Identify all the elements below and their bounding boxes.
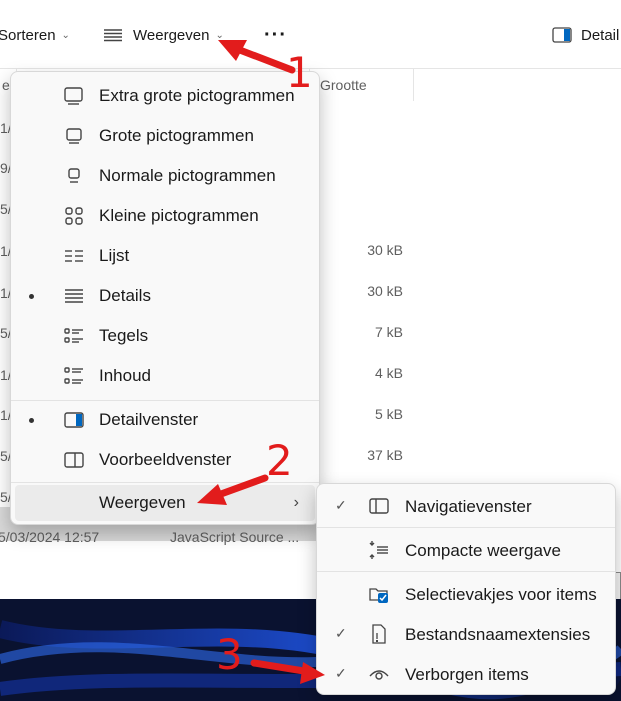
- step-number-3: 3: [216, 630, 243, 679]
- menu-item-list[interactable]: Lijst: [15, 238, 315, 274]
- menu-item-label: Weergeven: [99, 493, 186, 512]
- details-icon: [63, 286, 85, 306]
- show-submenu: ✓ Navigatievenster Compacte weergave Sel…: [316, 483, 616, 695]
- column-header-size[interactable]: Grootte: [320, 77, 367, 93]
- menu-item-details-pane[interactable]: Detailvenster: [15, 402, 315, 438]
- menu-separator: [11, 400, 319, 401]
- view-lines-icon: [103, 28, 123, 42]
- menu-item-label: Details: [99, 286, 151, 305]
- chevron-down-icon: ⌄: [61, 29, 70, 41]
- sort-label: Sorteren: [0, 26, 56, 44]
- eye-icon: [368, 664, 390, 684]
- step-number-1: 1: [286, 48, 313, 97]
- menu-item-file-extensions[interactable]: ✓ Bestandsnaamextensies: [321, 616, 611, 652]
- details-pane-icon: [552, 27, 572, 43]
- menu-item-label: Normale pictogrammen: [99, 166, 276, 185]
- menu-item-small-icons[interactable]: Kleine pictogrammen: [15, 198, 315, 234]
- step-number-2: 2: [266, 436, 293, 485]
- menu-item-compact-view[interactable]: Compacte weergave: [321, 532, 611, 568]
- menu-item-label: Bestandsnaamextensies: [405, 625, 591, 644]
- menu-item-item-checkboxes[interactable]: Selectievakjes voor items: [321, 576, 611, 612]
- monitor-small-icon: [63, 166, 85, 186]
- chevron-down-icon: ⌄: [215, 29, 224, 41]
- menu-item-label: Selectievakjes voor items: [405, 585, 597, 604]
- check-icon: ✓: [335, 625, 347, 641]
- check-icon: ✓: [335, 497, 347, 513]
- column-divider: [413, 69, 414, 101]
- grid-icon: [63, 206, 85, 226]
- view-button[interactable]: Weergeven ⌄: [103, 24, 224, 46]
- sort-button[interactable]: Sorteren ⌄: [0, 24, 70, 46]
- row-size: 37 kB: [367, 447, 403, 463]
- row-type: JavaScript Source ...: [170, 529, 300, 545]
- details-pane-icon: [63, 410, 85, 430]
- menu-item-label: Compacte weergave: [405, 541, 561, 560]
- menu-separator: [317, 571, 615, 572]
- tiles-icon: [63, 326, 85, 346]
- monitor-large-icon: [63, 86, 85, 106]
- menu-item-navigation-pane[interactable]: ✓ Navigatievenster: [321, 488, 611, 524]
- preview-pane-icon: [63, 450, 85, 470]
- menu-item-label: Navigatievenster: [405, 497, 532, 516]
- details-label: Detail: [581, 26, 620, 44]
- column-header-name[interactable]: e: [2, 77, 10, 93]
- row-size: 7 kB: [374, 324, 403, 340]
- monitor-icon: [63, 126, 85, 146]
- menu-item-label: Voorbeeldvenster: [99, 450, 232, 469]
- row-date: 5/03/2024 12:57: [0, 529, 100, 545]
- menu-item-tiles[interactable]: Tegels: [15, 318, 315, 354]
- menu-item-large-icons[interactable]: Grote pictogrammen: [15, 118, 315, 154]
- row-size: 5 kB: [374, 406, 403, 422]
- menu-item-label: Verborgen items: [405, 665, 529, 684]
- content-icon: [63, 366, 85, 386]
- checkbox-folder-icon: [368, 584, 390, 604]
- selected-bullet-icon: [29, 418, 34, 423]
- menu-item-content[interactable]: Inhoud: [15, 358, 315, 394]
- menu-item-label: Extra grote pictogrammen: [99, 86, 295, 105]
- menu-item-label: Inhoud: [99, 366, 151, 385]
- file-extension-icon: [368, 624, 390, 644]
- menu-separator: [317, 527, 615, 528]
- menu-item-show-submenu[interactable]: Weergeven ›: [15, 485, 315, 521]
- list-icon: [63, 246, 85, 266]
- row-size: 30 kB: [367, 242, 403, 258]
- more-options-button[interactable]: ···: [264, 24, 287, 46]
- chevron-right-icon: ›: [293, 494, 299, 511]
- row-size: 4 kB: [374, 365, 403, 381]
- details-pane-button[interactable]: Detail: [552, 24, 619, 46]
- menu-item-label: Lijst: [99, 246, 130, 265]
- compact-view-icon: [368, 540, 390, 560]
- menu-item-hidden-items[interactable]: ✓ Verborgen items: [321, 656, 611, 692]
- selected-bullet-icon: [29, 294, 34, 299]
- menu-item-label: Kleine pictogrammen: [99, 206, 259, 225]
- menu-item-label: Tegels: [99, 326, 149, 345]
- check-icon: ✓: [335, 665, 347, 681]
- menu-item-label: Grote pictogrammen: [99, 126, 254, 145]
- menu-item-normal-icons[interactable]: Normale pictogrammen: [15, 158, 315, 194]
- menu-item-extra-large-icons[interactable]: Extra grote pictogrammen: [15, 78, 315, 114]
- view-label: Weergeven: [133, 26, 210, 44]
- navigation-pane-icon: [368, 496, 390, 516]
- menu-item-label: Detailvenster: [99, 410, 199, 429]
- menu-item-details[interactable]: Details: [15, 278, 315, 314]
- row-size: 30 kB: [367, 283, 403, 299]
